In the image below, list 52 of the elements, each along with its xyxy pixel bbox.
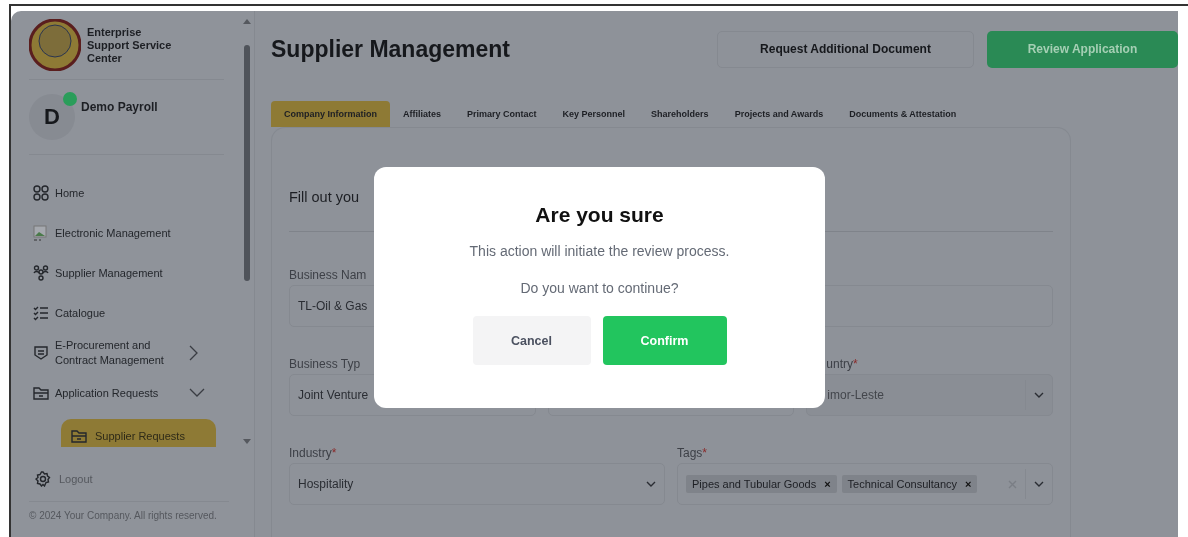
tab[interactable]: Documents & Attestation: [836, 101, 970, 127]
remove-icon[interactable]: ×: [965, 478, 972, 490]
tab[interactable]: Affiliates: [390, 101, 455, 127]
checklist-icon: [33, 305, 49, 321]
nav-item[interactable]: Catalogue: [29, 293, 229, 333]
page-title: Supplier Management: [271, 35, 511, 63]
field-label: untry*: [825, 357, 859, 372]
cancel-button[interactable]: Cancel: [472, 316, 591, 365]
nav-item[interactable]: Electronic Management: [29, 213, 229, 253]
field-label: Business Typ: [289, 357, 362, 372]
scrollbar-thumb[interactable]: [244, 45, 250, 281]
grid-icon: [33, 185, 49, 201]
chevron-right-icon: [189, 345, 199, 361]
copyright-text: © 2024 Your Company. All rights reserved.: [29, 510, 218, 521]
settings-icon: [35, 471, 51, 487]
chevron-down-icon: [1034, 481, 1044, 487]
broken-image-icon: [33, 225, 49, 241]
form-heading: Fill out you: [289, 189, 361, 205]
dialog-title: Are you sure: [535, 203, 664, 227]
tags-field[interactable]: Pipes and Tubular Goods × Technical Consultancy ×: [677, 463, 1053, 505]
tag-chip[interactable]: Pipes and Tubular Goods ×: [686, 475, 837, 493]
folder-icon: [71, 428, 87, 444]
field-label: Tags*: [677, 446, 709, 461]
nav-item[interactable]: E-Procurement and Contract Management: [29, 333, 229, 373]
tab[interactable]: Company Information: [271, 101, 390, 127]
chevron-down-icon: [189, 388, 205, 398]
tab[interactable]: Primary Contact: [454, 101, 550, 127]
user-avatar: D: [29, 94, 75, 140]
tag-chip[interactable]: Technical Consultancy ×: [841, 475, 978, 493]
tab[interactable]: Key Personnel: [549, 101, 639, 127]
select-field[interactable]: Hospitality: [289, 463, 665, 505]
folder-icon: [33, 385, 49, 401]
nav-item[interactable]: Home: [29, 173, 229, 213]
nav-item[interactable]: Supplier Management: [29, 253, 229, 293]
nav-subitem[interactable]: Supplier Requests: [61, 419, 216, 447]
shield-icon: [33, 345, 49, 361]
request-button[interactable]: Request Additional Document: [717, 30, 974, 68]
select-field[interactable]: imor-Leste: [806, 374, 1053, 416]
org-name: Enterprise Support Service Center: [87, 25, 173, 65]
nav-item[interactable]: Application Requests: [29, 373, 229, 413]
dialog-question: Do you want to continue?: [520, 280, 679, 296]
people-icon: [33, 265, 49, 281]
chevron-down-icon: [646, 481, 656, 487]
logo-icon: [29, 19, 81, 71]
chevron-down-icon: [1034, 392, 1044, 398]
tab[interactable]: Projects and Awards: [721, 101, 837, 127]
field-label: Industry*: [289, 446, 338, 461]
remove-icon[interactable]: ×: [824, 478, 831, 490]
field-label: Business Nam: [289, 268, 368, 283]
user-name: Demo Payroll: [81, 100, 158, 116]
tab[interactable]: Shareholders: [638, 101, 722, 127]
dialog-message: This action will initiate the review process.: [469, 243, 730, 259]
